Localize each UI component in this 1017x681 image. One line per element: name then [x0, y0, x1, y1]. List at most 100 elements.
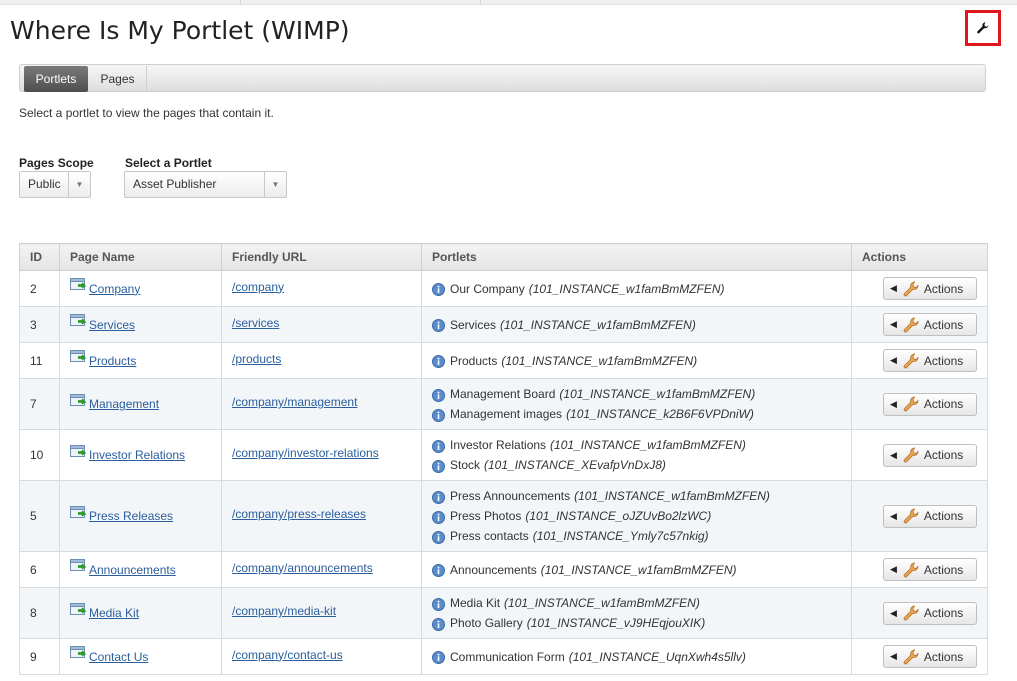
portlet-instance-id: (101_INSTANCE_UqnXwh4s5llv) [568, 649, 746, 664]
cell-actions: ◀ Actions [851, 270, 988, 307]
configuration-button[interactable] [965, 10, 1001, 46]
portlet-name: Press contacts [450, 529, 529, 543]
actions-button[interactable]: ◀ Actions [883, 277, 977, 300]
page-name-link[interactable]: Contact Us [89, 650, 148, 664]
top-strip-segment [240, 0, 481, 4]
page-name-link[interactable]: Announcements [89, 563, 176, 577]
cell-id: 2 [19, 270, 60, 307]
cell-page-name: Services [59, 306, 222, 343]
info-icon[interactable] [432, 490, 445, 504]
cell-actions: ◀ Actions [851, 342, 988, 379]
friendly-url-link[interactable]: /company/investor-relations [232, 446, 379, 460]
portlet-instance-id: (101_INSTANCE_w1famBmMZFEN) [550, 438, 746, 452]
info-icon[interactable] [432, 282, 445, 296]
info-icon[interactable] [432, 650, 445, 664]
portlet-name: Announcements [450, 562, 537, 577]
page-link-icon[interactable] [70, 314, 88, 329]
portlet-entry: Stock (101_INSTANCE_XEvafpVnDxJ8) [432, 455, 841, 475]
portlet-select[interactable]: Asset Publisher ▼ [124, 171, 287, 198]
cell-actions: ◀ Actions [851, 429, 988, 481]
page-name-link[interactable]: Media Kit [89, 606, 139, 620]
page-link-icon[interactable] [70, 393, 88, 409]
page-name-link[interactable]: Services [89, 318, 135, 332]
portlet-name: Press Announcements [450, 489, 571, 503]
cell-page-name: Media Kit [59, 587, 222, 639]
actions-button[interactable]: ◀ Actions [883, 645, 977, 668]
friendly-url-link[interactable]: /company/media-kit [232, 604, 336, 618]
friendly-url-link[interactable]: /company/press-releases [232, 507, 366, 521]
pages-table: ID Page Name Friendly URL Portlets Actio… [19, 243, 988, 675]
cell-friendly-url: /company/media-kit [221, 587, 422, 639]
info-icon[interactable] [432, 459, 445, 473]
info-icon[interactable] [432, 617, 445, 631]
cell-portlets: Announcements (101_INSTANCE_w1famBmMZFEN) [421, 551, 852, 588]
actions-button[interactable]: ◀ Actions [883, 504, 977, 528]
cell-friendly-url: /company/investor-relations [221, 429, 422, 481]
portlet-name: Photo Gallery [450, 616, 523, 630]
info-icon[interactable] [432, 318, 445, 332]
wrench-icon [902, 648, 920, 666]
actions-button[interactable]: ◀ Actions [883, 313, 977, 336]
friendly-url-link[interactable]: /services [232, 316, 279, 330]
portlet-entry: Press Announcements (101_INSTANCE_w1famBm… [432, 486, 841, 506]
table-header-row: ID Page Name Friendly URL Portlets Actio… [19, 243, 988, 271]
friendly-url-link[interactable]: /company/contact-us [232, 648, 343, 662]
caret-left-icon: ◀ [890, 607, 897, 618]
page-name-link[interactable]: Company [89, 282, 140, 296]
cell-page-name: Company [59, 270, 222, 307]
info-icon[interactable] [432, 408, 445, 422]
actions-button-label: Actions [923, 281, 964, 296]
page-link-icon[interactable] [70, 646, 88, 661]
portlet-entry: Press contacts (101_INSTANCE_Ymly7c57nkig… [432, 526, 841, 546]
page-name-link[interactable]: Products [89, 354, 136, 368]
info-icon[interactable] [432, 510, 445, 524]
friendly-url-link[interactable]: /products [232, 352, 281, 366]
info-icon[interactable] [432, 388, 445, 402]
page-name-link[interactable]: Investor Relations [89, 448, 185, 462]
actions-button[interactable]: ◀ Actions [883, 601, 977, 625]
cell-id: 3 [19, 306, 60, 343]
page-link-icon[interactable] [70, 559, 88, 574]
header-id[interactable]: ID [19, 243, 60, 271]
actions-button[interactable]: ◀ Actions [883, 392, 977, 416]
portlet-instance-id: (101_INSTANCE_w1famBmMZFEN) [574, 489, 770, 503]
cell-friendly-url: /products [221, 342, 422, 379]
friendly-url-link[interactable]: /company/announcements [232, 561, 373, 575]
actions-button[interactable]: ◀ Actions [883, 558, 977, 581]
tab-pages[interactable]: Pages [89, 66, 147, 92]
info-icon[interactable] [432, 530, 445, 544]
info-icon[interactable] [432, 439, 445, 453]
table-row: 10 Investor Relations/company/investor-re… [19, 429, 988, 481]
caret-left-icon: ◀ [890, 398, 897, 409]
portlet-instance-id: (101_INSTANCE_w1famBmMZFEN) [504, 596, 700, 610]
cell-actions: ◀ Actions [851, 378, 988, 430]
portlet-name: Investor Relations [450, 438, 547, 452]
info-icon[interactable] [432, 597, 445, 611]
cell-actions: ◀ Actions [851, 306, 988, 343]
caret-left-icon: ◀ [890, 449, 897, 460]
page-name-link[interactable]: Management [89, 397, 159, 411]
info-icon[interactable] [432, 354, 445, 368]
pages-scope-select[interactable]: Public ▼ [19, 171, 91, 198]
page-name-link[interactable]: Press Releases [89, 509, 173, 523]
page-link-icon[interactable] [70, 278, 88, 293]
pages-scope-value: Public [28, 177, 61, 191]
friendly-url-link[interactable]: /company/management [232, 395, 357, 409]
table-row: 11 Products/products Products (101_INSTANCE… [19, 342, 988, 379]
friendly-url-link[interactable]: /company [232, 280, 284, 294]
page-link-icon[interactable] [70, 444, 88, 460]
portlet-entry: Services (101_INSTANCE_w1famBmMZFEN) [432, 315, 841, 335]
tab-bar: Portlets Pages [19, 64, 986, 92]
actions-button[interactable]: ◀ Actions [883, 443, 977, 467]
page-link-icon[interactable] [70, 505, 88, 521]
info-icon[interactable] [432, 563, 445, 577]
header-portlets[interactable]: Portlets [421, 243, 852, 271]
cell-id: 8 [19, 587, 60, 639]
header-page-name[interactable]: Page Name [59, 243, 222, 271]
header-friendly-url[interactable]: Friendly URL [221, 243, 422, 271]
tab-portlets[interactable]: Portlets [24, 66, 88, 92]
page-link-icon[interactable] [70, 350, 88, 365]
page-link-icon[interactable] [70, 602, 88, 618]
actions-button[interactable]: ◀ Actions [883, 349, 977, 372]
cell-id: 6 [19, 551, 60, 588]
